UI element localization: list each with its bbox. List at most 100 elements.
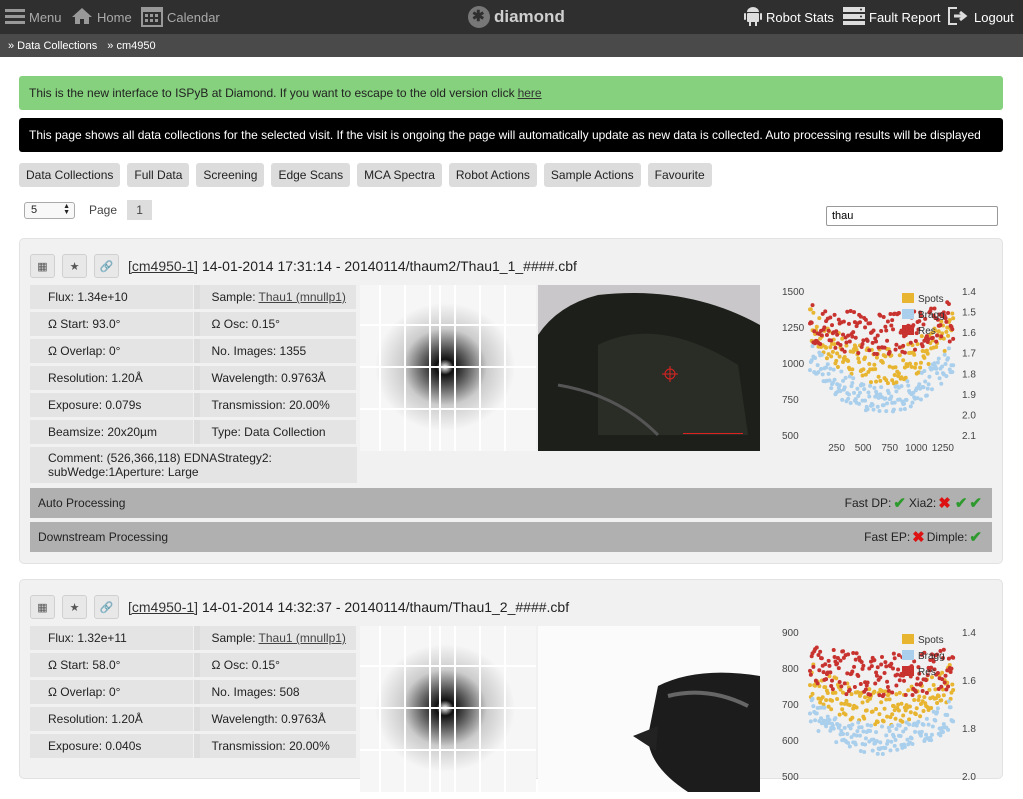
data-point [897, 723, 902, 728]
permalink-button[interactable]: 🔗 [94, 254, 119, 278]
data-point [850, 722, 855, 727]
menu-button[interactable]: Menu [5, 0, 62, 34]
data-point [852, 664, 857, 669]
data-point [885, 319, 890, 324]
data-point [838, 658, 843, 663]
tab-screening[interactable]: Screening [196, 163, 265, 187]
data-point [878, 740, 883, 745]
y2-tick-label: 1.4 [962, 287, 976, 298]
data-point [932, 361, 937, 366]
calendar-label: Calendar [167, 9, 220, 25]
data-point [839, 701, 844, 706]
tab-sample-actions[interactable]: Sample Actions [543, 163, 641, 187]
data-point [815, 363, 820, 368]
data-point [863, 695, 868, 700]
data-point [940, 364, 945, 369]
data-point [890, 724, 895, 729]
crystal-snapshot[interactable] [538, 285, 760, 451]
data-point [891, 704, 896, 709]
data-point [847, 374, 852, 379]
data-point [946, 356, 951, 361]
data-point [814, 324, 819, 329]
page-1-button[interactable]: 1 [127, 200, 153, 220]
data-point [829, 354, 834, 359]
data-point [841, 649, 846, 654]
data-point [837, 723, 842, 728]
y2-tick-label: 1.8 [962, 724, 976, 735]
details-button[interactable]: ▦ [30, 595, 55, 619]
per-page-select[interactable]: 5 ▲ ▼ [24, 201, 75, 219]
link-icon: 🔗 [99, 601, 114, 614]
crystal-snapshot[interactable] [538, 626, 760, 792]
y-tick-label: 500 [782, 431, 799, 442]
visit-link[interactable]: [cm4950-1] [128, 258, 198, 274]
param-type: Type: Data Collection [193, 420, 356, 444]
data-point [934, 344, 939, 349]
data-point [825, 362, 830, 367]
data-point [821, 670, 826, 675]
data-point [893, 347, 898, 352]
data-point [873, 367, 878, 372]
robot-stats-link[interactable]: Robot Stats [744, 0, 834, 34]
data-point [889, 739, 894, 744]
data-point [833, 716, 838, 721]
tab-full-data[interactable]: Full Data [127, 163, 190, 187]
auto-processing-bar[interactable]: Auto Processing Fast DP: ✔ Xia2: ✖ ✔ ✔ [30, 488, 992, 518]
data-point [818, 341, 823, 346]
data-point [881, 314, 886, 319]
search-input[interactable] [826, 206, 998, 226]
sample-link[interactable]: Thau1 (mnullp1) [259, 631, 346, 645]
data-point [886, 688, 891, 693]
favourite-button[interactable]: ★ [62, 595, 87, 619]
sample-link[interactable]: Thau1 (mnullp1) [259, 290, 346, 304]
check-icon: ✔ [969, 495, 982, 512]
param-omega-osc: Ω Osc: 0.15° [193, 312, 356, 336]
diffraction-image[interactable] [360, 626, 536, 792]
data-point [828, 670, 833, 675]
list-icon: ▦ [37, 601, 48, 614]
data-point [939, 698, 944, 703]
permalink-button[interactable]: 🔗 [94, 595, 119, 619]
logout-link[interactable]: Logout [948, 0, 1014, 34]
data-point [863, 355, 868, 360]
data-point [857, 390, 862, 395]
param-omega-osc: Ω Osc: 0.15° [193, 653, 356, 677]
data-point [861, 338, 866, 343]
data-point [811, 704, 816, 709]
data-point [938, 323, 943, 328]
tab-data-collections[interactable]: Data Collections [19, 163, 121, 187]
data-point [872, 385, 877, 390]
breadcrumb-data-collections[interactable]: » Data Collections [8, 40, 97, 52]
tab-mca-spectra[interactable]: MCA Spectra [357, 163, 442, 187]
star-icon: ★ [69, 601, 80, 614]
visit-link[interactable]: [cm4950-1] [128, 599, 198, 615]
data-point [885, 679, 890, 684]
data-point [947, 317, 952, 322]
y2-tick-label: 1.4 [962, 628, 976, 639]
details-button[interactable]: ▦ [30, 254, 55, 278]
data-point [879, 700, 884, 705]
tab-favourite[interactable]: Favourite [647, 163, 712, 187]
calendar-link[interactable]: Calendar [141, 0, 220, 34]
data-point [943, 673, 948, 678]
downstream-processing-bar[interactable]: Downstream Processing Fast EP: ✖ Dimple: ✔ [30, 522, 992, 552]
data-point [913, 347, 918, 352]
data-point [935, 710, 940, 715]
data-point [840, 707, 845, 712]
data-point [812, 329, 817, 334]
breadcrumb-visit[interactable]: » cm4950 [107, 40, 155, 52]
tab-robot-actions[interactable]: Robot Actions [448, 163, 537, 187]
data-point [893, 365, 898, 370]
data-point [916, 719, 921, 724]
data-point [850, 381, 855, 386]
diamond-logo[interactable]: diamond [468, 4, 565, 30]
old-version-link[interactable]: here [518, 86, 542, 100]
favourite-button[interactable]: ★ [62, 254, 87, 278]
home-link[interactable]: Home [71, 0, 132, 34]
diffraction-image[interactable] [360, 285, 536, 451]
tab-edge-scans[interactable]: Edge Scans [271, 163, 351, 187]
data-point [918, 733, 923, 738]
data-point [901, 358, 906, 363]
fault-report-link[interactable]: Fault Report [843, 0, 941, 34]
x-tick-label: 500 [855, 443, 872, 454]
